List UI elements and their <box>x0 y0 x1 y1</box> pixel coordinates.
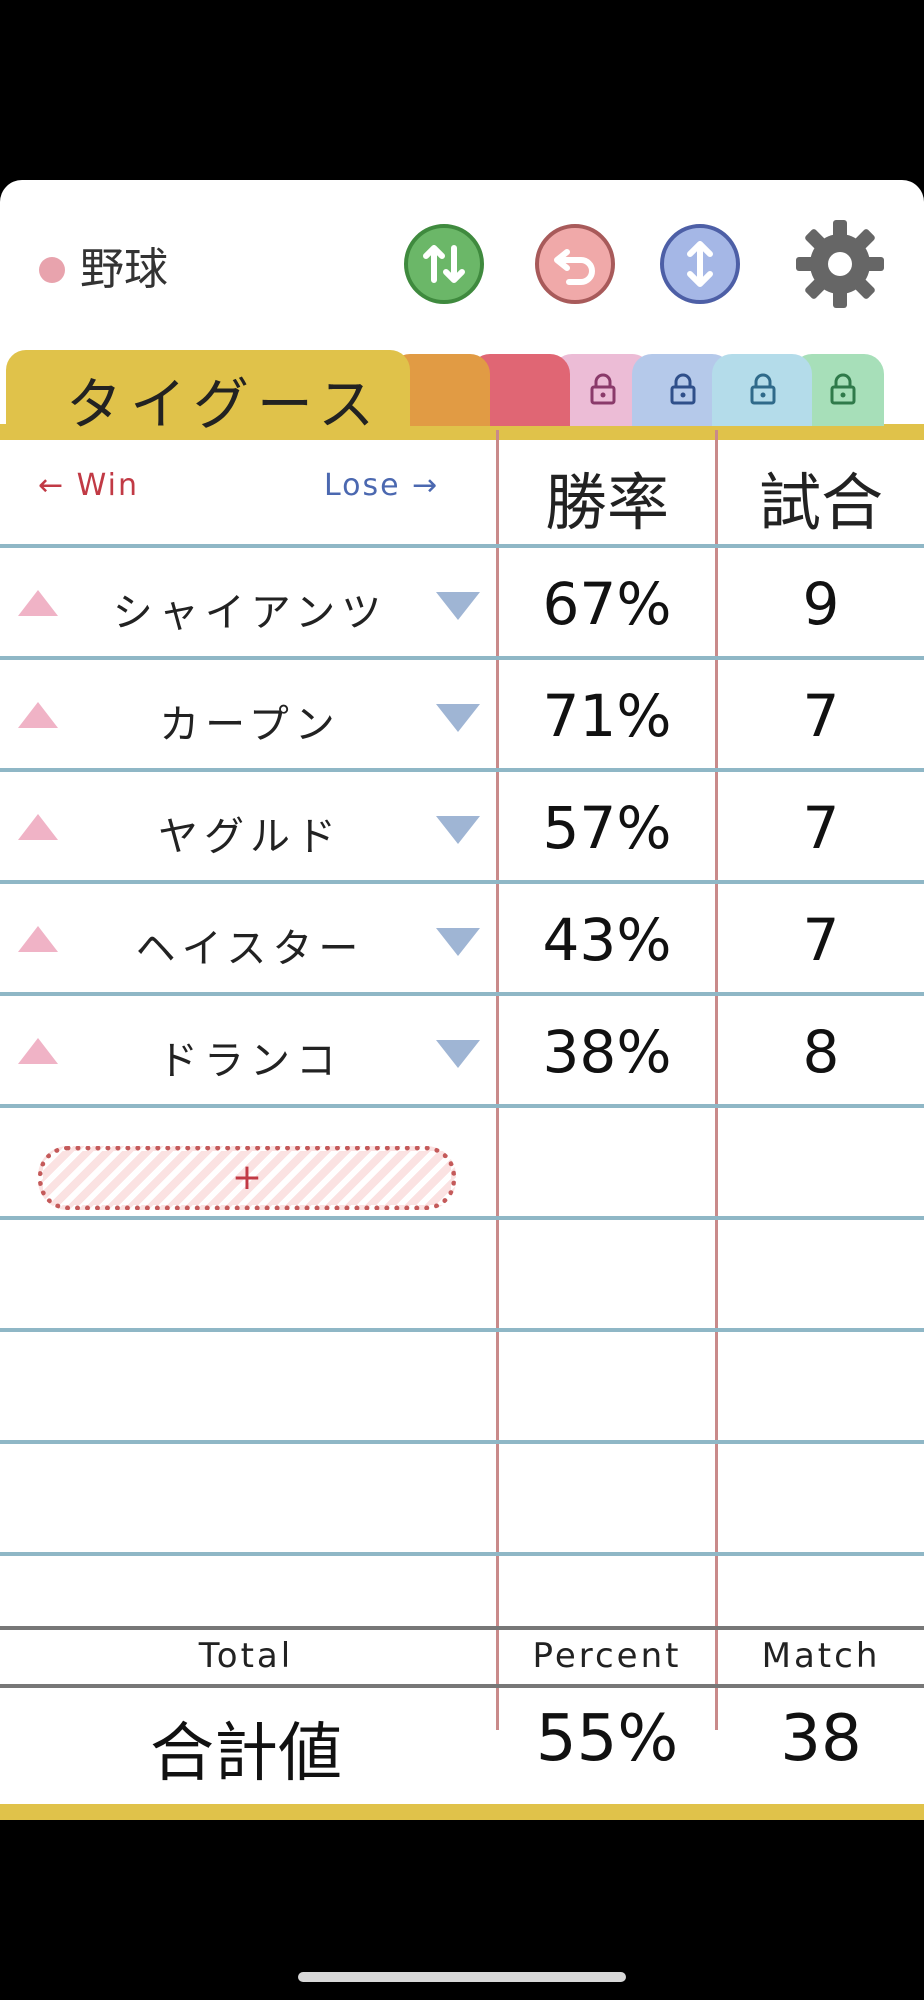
rule-line <box>0 1440 924 1444</box>
tab-active-label: タイグース <box>66 373 383 438</box>
undo-icon <box>554 249 595 285</box>
lose-down-button[interactable] <box>436 1040 480 1068</box>
lock-icon <box>830 373 856 405</box>
rule-line <box>0 1552 924 1556</box>
lose-down-button[interactable] <box>436 704 480 732</box>
rate-header: 勝率 <box>544 466 669 539</box>
games-header: 試合 <box>758 466 883 539</box>
team-row: ヤグルド 57% 7 <box>0 772 924 884</box>
percent-label-en: Percent <box>532 1636 682 1676</box>
team-name[interactable]: カープン <box>90 692 410 750</box>
games-count: 9 <box>802 570 840 638</box>
lose-down-button[interactable] <box>436 592 480 620</box>
lose-down-button[interactable] <box>436 928 480 956</box>
reorder-icon <box>687 241 713 287</box>
lock-icon <box>590 373 616 405</box>
team-row: ドランコ 38% 8 <box>0 996 924 1108</box>
total-match: 38 <box>780 1702 862 1776</box>
team-name[interactable]: シャイアンツ <box>90 580 410 638</box>
team-row: シャイアンツ 67% 9 <box>0 548 924 660</box>
bottom-bar <box>0 1804 924 1820</box>
category-color-dot <box>39 257 65 283</box>
team-name[interactable]: ドランコ <box>90 1028 410 1086</box>
lock-icon <box>750 373 776 405</box>
sort-icon <box>423 245 465 283</box>
total-percent: 55% <box>535 1702 679 1776</box>
rule-line <box>0 1216 924 1220</box>
team-row: カープン 71% 7 <box>0 660 924 772</box>
footer-rule <box>0 1626 924 1630</box>
app-card: 野球 タイグース ← Win Lose → 勝率 試合 シャイアンツ 67% 9… <box>0 180 924 1820</box>
win-rate: 71% <box>542 682 672 750</box>
win-up-button[interactable] <box>18 814 58 840</box>
team-row: ヘイスター 43% 7 <box>0 884 924 996</box>
reorder-button[interactable] <box>660 224 740 304</box>
win-rate: 38% <box>542 1018 672 1086</box>
win-label: ← Win <box>38 468 140 503</box>
team-tabs: タイグース <box>0 350 924 438</box>
lock-icon <box>670 373 696 405</box>
rule-line <box>0 1328 924 1332</box>
lose-label: Lose → <box>324 468 440 503</box>
undo-button[interactable] <box>535 224 615 304</box>
win-up-button[interactable] <box>18 590 58 616</box>
settings-button[interactable] <box>792 216 888 312</box>
gear-icon <box>796 220 884 308</box>
win-up-button[interactable] <box>18 702 58 728</box>
games-count: 7 <box>802 794 840 862</box>
home-indicator[interactable] <box>298 1972 626 1982</box>
team-name[interactable]: ヤグルド <box>90 804 410 862</box>
add-team-button[interactable]: + <box>38 1146 456 1210</box>
games-count: 8 <box>802 1018 840 1086</box>
category-label[interactable]: 野球 <box>80 242 168 298</box>
team-name[interactable]: ヘイスター <box>90 916 410 974</box>
total-label-en: Total <box>198 1636 294 1676</box>
games-count: 7 <box>802 906 840 974</box>
win-rate: 67% <box>542 570 672 638</box>
win-up-button[interactable] <box>18 1038 58 1064</box>
match-label-en: Match <box>761 1636 881 1676</box>
footer-rule <box>0 1684 924 1688</box>
tab-active[interactable]: タイグース <box>6 350 410 438</box>
lose-down-button[interactable] <box>436 816 480 844</box>
win-rate: 57% <box>542 794 672 862</box>
total-label: 合計値 <box>150 1717 342 1791</box>
win-rate: 43% <box>542 906 672 974</box>
win-up-button[interactable] <box>18 926 58 952</box>
tab-locked-6[interactable] <box>712 354 812 426</box>
sort-button[interactable] <box>404 224 484 304</box>
games-count: 7 <box>802 682 840 750</box>
